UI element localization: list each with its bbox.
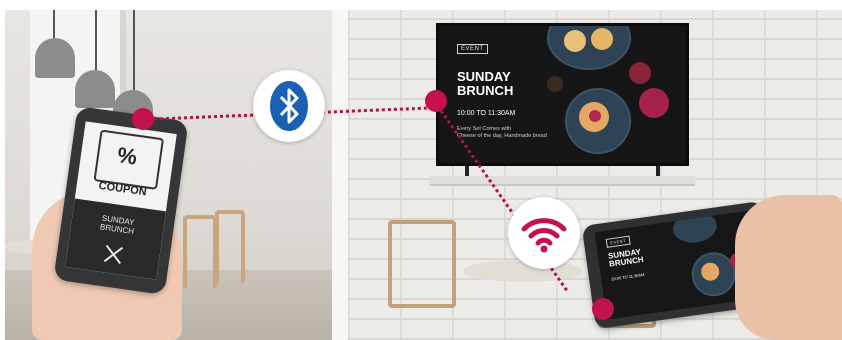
bluetooth-badge — [253, 70, 325, 142]
tv-description: Every Set Comes with Cheese of the day, … — [457, 126, 547, 139]
connection-node-phone-left — [132, 108, 154, 130]
scene: EVENT SUNDAY BRUNCH 10:00 TO 11:30AM Eve… — [0, 0, 842, 340]
food-item — [564, 30, 586, 52]
wall-divider — [332, 10, 348, 340]
connection-node-tv — [425, 90, 447, 112]
jam-jar — [629, 62, 651, 84]
pendant-lamp — [75, 70, 115, 108]
wifi-badge — [508, 197, 580, 269]
hand-right — [735, 195, 842, 340]
lamp-cord — [53, 10, 55, 38]
phone-right-time: 10:00 TO 11:30AM — [610, 271, 645, 282]
pendant-lamp — [35, 38, 75, 78]
event-tag: EVENT — [605, 235, 631, 248]
food-plate — [547, 26, 631, 70]
food-item — [591, 28, 613, 50]
chair — [215, 210, 245, 284]
brunch-banner: SUNDAY BRUNCH — [65, 198, 166, 280]
phone-left-screen: % COUPON SUNDAY BRUNCH — [65, 121, 177, 280]
tv-title: SUNDAY BRUNCH — [457, 69, 514, 98]
food-plate — [671, 210, 719, 246]
lamp-cord — [133, 10, 135, 90]
lamp-cord — [95, 10, 97, 70]
digital-signage-tv: EVENT SUNDAY BRUNCH 10:00 TO 11:30AM Eve… — [436, 23, 689, 166]
wifi-icon — [521, 218, 567, 253]
phone-left-brunch-text: SUNDAY BRUNCH — [99, 213, 136, 236]
phone-right-title: SUNDAY BRUNCH — [607, 247, 645, 270]
berry-bowl — [639, 88, 669, 118]
cup — [547, 76, 563, 92]
connection-node-phone-right — [592, 298, 614, 320]
chair — [183, 215, 217, 289]
tv-stand-leg — [465, 166, 469, 176]
tv-stand-leg — [656, 166, 660, 176]
tv-shelf — [430, 176, 695, 186]
event-tag: EVENT — [457, 44, 488, 54]
fork-knife-icon — [103, 244, 124, 265]
bluetooth-icon — [270, 81, 308, 131]
percent-symbol: % — [115, 142, 139, 170]
berry — [589, 110, 601, 122]
chair — [388, 220, 456, 308]
tv-time: 10:00 TO 11:30AM — [457, 110, 516, 117]
